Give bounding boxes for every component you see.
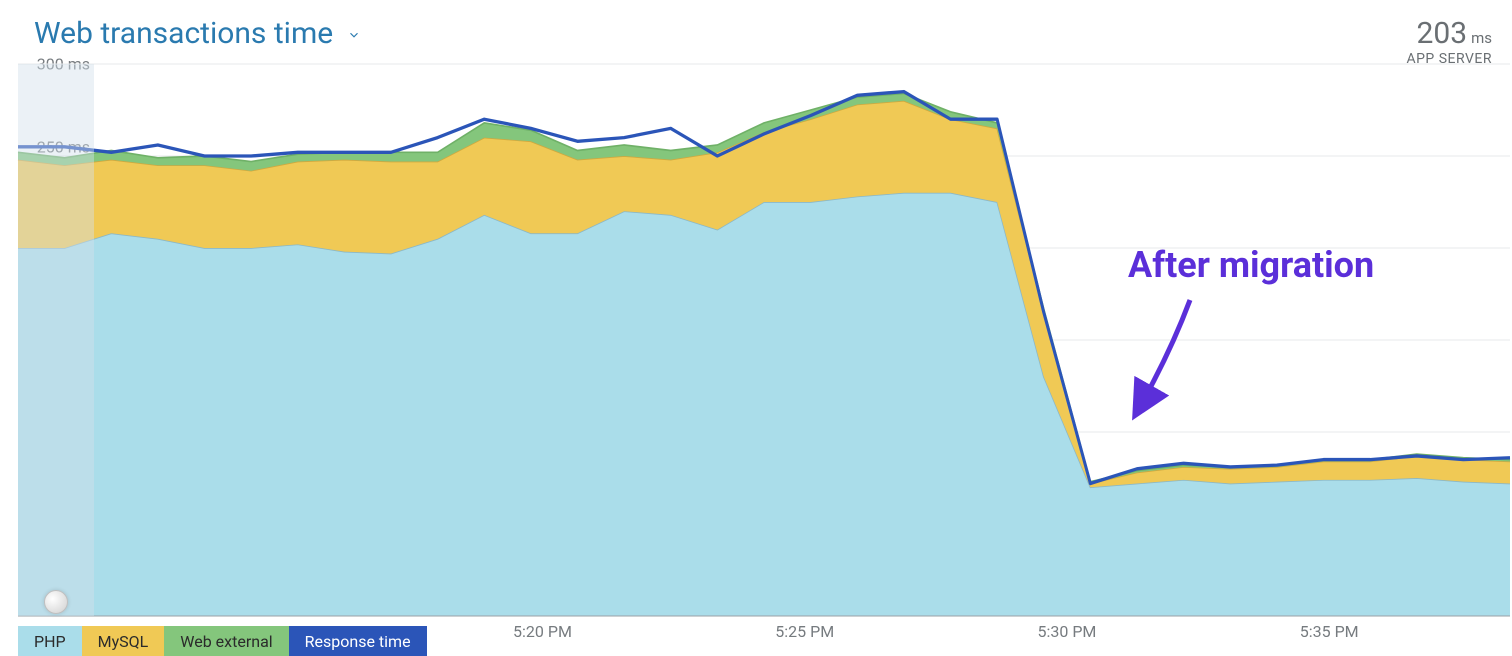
x-tick-label: 5:30 PM [1038,622,1097,641]
plot-surface[interactable] [18,64,1510,616]
x-tick-label: 5:25 PM [775,622,834,641]
chart-title: Web transactions time [34,16,333,51]
x-tick-label: 5:20 PM [513,622,572,641]
time-range-drag-handle[interactable] [44,590,68,614]
legend-item[interactable]: MySQL [82,626,165,656]
chevron-down-icon [347,27,361,41]
summary-metric: 203ms APP SERVER [1406,16,1492,67]
chart-area[interactable]: 50 ms100 ms150 ms200 ms250 ms300 ms :10 … [18,64,1510,616]
chart-legend: PHPMySQLWeb externalResponse time [18,626,427,656]
legend-item[interactable]: PHP [18,626,82,656]
metric-unit: ms [1471,29,1492,47]
legend-item[interactable]: Web external [164,626,288,656]
legend-item[interactable]: Response time [289,626,427,656]
time-range-selection[interactable] [18,64,94,616]
chart-title-dropdown[interactable]: Web transactions time [34,16,361,51]
x-tick-label: 5:35 PM [1300,622,1359,641]
metric-value: 203 [1417,16,1468,51]
chart-svg [18,64,1510,616]
